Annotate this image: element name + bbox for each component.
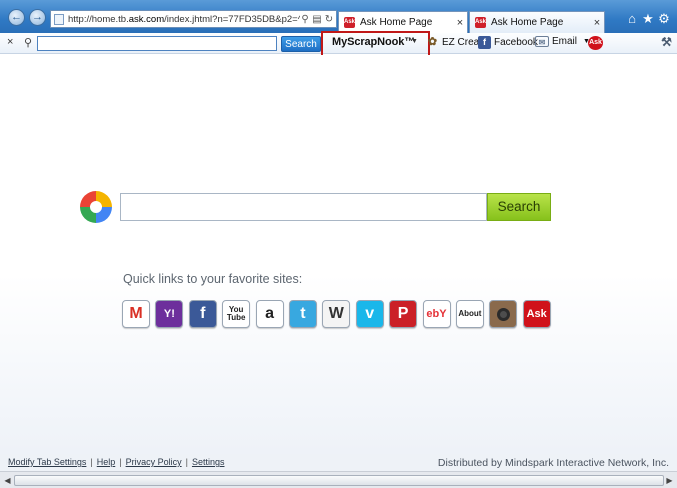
ask-favicon-icon: Ask [475,17,486,28]
ebay-icon[interactable]: ebY [422,300,451,328]
quick-link-label: ebY [426,307,447,320]
privacy-policy-link[interactable]: Privacy Policy [126,457,182,467]
quick-link-label: W [328,305,344,322]
main-search-button[interactable]: Search [487,193,551,221]
tab-ask-home-1[interactable]: Ask Ask Home Page × [338,11,468,33]
quick-link-label: M [129,305,143,322]
ask-home-page [0,55,677,454]
yahoo-icon[interactable]: Y! [155,300,184,328]
ask-logo-icon: Ask [588,36,603,50]
amazon-icon[interactable]: a [255,300,284,328]
page-icon [54,13,64,25]
compatibility-icon[interactable]: ▤ [312,14,322,25]
tab-label: Ask Home Page [360,17,433,28]
ask-search-logo-icon [80,191,112,223]
ask-logo-button[interactable]: Ask [588,36,606,50]
toolbar-tools-button[interactable]: ⚒ [660,36,676,49]
brand-menu[interactable]: MyScrapNook™ [332,36,415,48]
main-search-input[interactable] [120,193,487,221]
back-arrow-icon[interactable]: ← [8,9,25,26]
quick-links-title: Quick links to your favorite sites: [123,272,303,286]
refresh-icon[interactable]: ↻ [324,14,334,25]
toolbar-search-button[interactable]: Search [281,36,321,52]
url-prefix: http://home.tb. [68,13,129,25]
instagram-icon[interactable] [489,300,518,328]
url-rest: /index.jhtml?n=77FD35DB&p2=^9N^ [164,13,300,25]
gear-icon[interactable]: ⚙ [657,12,671,26]
facebook-link[interactable]: f Facebook [478,36,538,49]
email-label: Email [552,36,578,47]
youtube-icon[interactable]: You Tube [222,300,251,328]
camera-lens [496,307,510,321]
quick-link-label: t [300,305,306,322]
email-icon: ✉ [535,36,549,47]
facebook-icon: f [478,36,491,49]
facebook-label: Facebook [494,37,538,48]
url-domain: ask.com [128,13,165,25]
facebook-icon[interactable]: f [188,300,217,328]
scroll-left-icon[interactable]: ◀ [1,475,14,486]
separator: | [90,457,93,467]
page-footer: Modify Tab Settings | Help | Privacy Pol… [0,454,677,471]
settings-link[interactable]: Settings [192,457,225,467]
address-bar[interactable]: http://home.tb.ask.com/index.jhtml?n=77F… [50,10,337,28]
toolbar-search-input[interactable] [37,36,277,51]
tab-ask-home-2[interactable]: Ask Ask Home Page × [469,11,605,33]
search-icon[interactable]: ⚲ [300,14,310,25]
wikipedia-icon[interactable]: W [322,300,351,328]
quick-link-label: About [458,309,482,318]
quick-link-label: P [397,305,409,322]
chevron-down-icon[interactable]: ▼ [411,38,418,45]
quick-link-label: You Tube [226,305,246,322]
quick-link-label: a [265,305,275,322]
close-toolbar-icon[interactable]: × [7,36,13,48]
ask-icon[interactable]: Ask [522,300,551,328]
vimeo-icon[interactable]: v [355,300,384,328]
modify-tab-settings-link[interactable]: Modify Tab Settings [8,457,86,467]
browser-titlebar: ← → http://home.tb.ask.com/index.jhtml?n… [0,0,677,33]
pinterest-icon[interactable]: P [389,300,418,328]
footer-links: Modify Tab Settings | Help | Privacy Pol… [8,457,224,467]
quick-link-label: Y! [163,307,175,320]
scroll-right-icon[interactable]: ▶ [663,475,676,486]
separator: | [185,457,188,467]
wrench-icon: ⚒ [661,35,672,49]
gmail-icon[interactable]: M [122,300,150,328]
quick-links-row: M Y! f You Tube a t Wv PebY About Ask [122,300,551,328]
quick-link-label: v [365,305,375,322]
close-tab-icon[interactable]: × [453,17,467,29]
quick-link-label: f [200,305,206,322]
tab-label: Ask Home Page [491,17,564,28]
distributed-by-text: Distributed by Mindspark Interactive Net… [437,457,669,469]
ask-favicon-icon: Ask [344,17,355,28]
separator: | [119,457,122,467]
close-tab-icon[interactable]: × [590,17,604,29]
help-link[interactable]: Help [97,457,116,467]
home-icon[interactable]: ⌂ [625,12,639,26]
forward-arrow-icon[interactable]: → [29,9,46,26]
star-icon[interactable]: ★ [641,12,655,26]
horizontal-scrollbar[interactable]: ◀ ▶ [0,471,677,488]
address-url[interactable]: http://home.tb.ask.com/index.jhtml?n=77F… [68,14,300,25]
about-icon[interactable]: About [455,300,484,328]
scrollbar-thumb[interactable] [14,475,664,486]
ez-create-icon: ✿ [427,36,438,48]
quick-link-label: Ask [526,307,547,320]
search-icon: ⚲ [24,37,33,49]
twitter-icon[interactable]: t [288,300,317,328]
email-link[interactable]: ✉ Email ▼ [535,36,590,47]
